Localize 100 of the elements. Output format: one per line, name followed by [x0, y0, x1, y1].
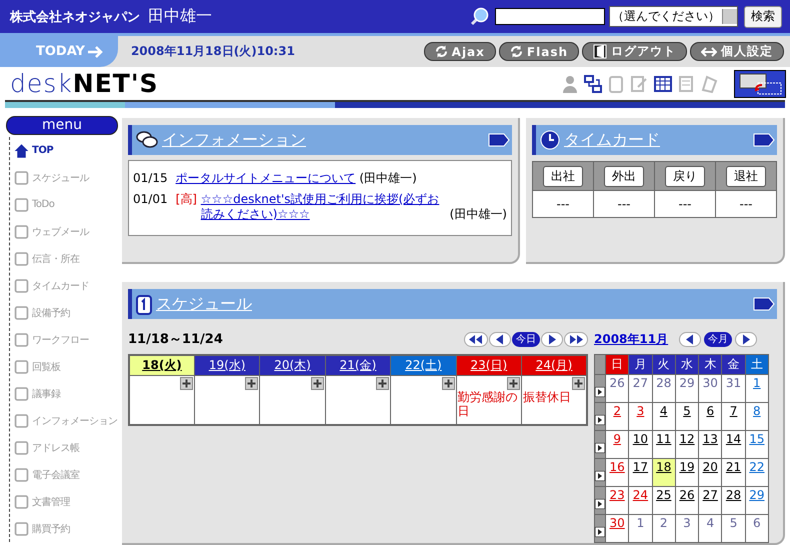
add-icon[interactable]	[245, 377, 258, 390]
calendar-day[interactable]: 2	[606, 402, 629, 430]
calendar-day[interactable]: 17	[628, 458, 652, 486]
clipboard-icon[interactable]	[608, 74, 624, 92]
calendar-day[interactable]: 23	[606, 486, 629, 514]
layout-button[interactable]	[734, 70, 786, 98]
today-button[interactable]: 今日	[512, 332, 540, 346]
add-icon[interactable]	[376, 377, 390, 390]
menu-item[interactable]: インフォメーション	[10, 407, 121, 434]
calendar-day[interactable]: 15	[745, 430, 768, 458]
week-arrow-icon[interactable]	[595, 527, 605, 537]
calendar-day[interactable]: 26	[606, 374, 629, 402]
menu-item[interactable]: TOP	[10, 137, 121, 164]
menu-item[interactable]: アドレス帳	[10, 434, 121, 461]
calendar-day[interactable]: 27	[628, 374, 652, 402]
menu-item[interactable]: 伝言・所在	[10, 245, 121, 272]
menu-item[interactable]: 文書管理	[10, 488, 121, 515]
calendar-day[interactable]: 4	[698, 514, 722, 542]
category-dropdown[interactable]: （選んでください）	[609, 6, 738, 27]
calendar-day[interactable]: 2	[652, 514, 676, 542]
calendar-day[interactable]: 13	[698, 430, 722, 458]
calendar-day[interactable]: 31	[722, 374, 746, 402]
day-header[interactable]: 21(金)	[325, 355, 391, 376]
calendar-day[interactable]: 6	[698, 402, 722, 430]
info-link[interactable]: ☆☆☆desknet's試使用ご利用に挨拶(必ずお読みください)☆☆☆	[200, 192, 446, 222]
info-link[interactable]: ポータルサイトメニューについて	[176, 171, 356, 186]
add-icon[interactable]	[507, 377, 520, 390]
calendar-day[interactable]: 30	[698, 374, 722, 402]
header-button[interactable]: ログアウト	[582, 42, 687, 61]
calendar-day[interactable]: 27	[698, 486, 722, 514]
go-icon[interactable]	[753, 133, 775, 147]
go-icon[interactable]	[488, 133, 510, 147]
week-arrow-icon[interactable]	[595, 471, 605, 481]
calendar-day[interactable]: 7	[722, 402, 746, 430]
calendar-day[interactable]: 16	[606, 458, 629, 486]
menu-item[interactable]: 議事録	[10, 380, 121, 407]
menu-item[interactable]: ワークフロー	[10, 326, 121, 353]
calendar-day[interactable]: 14	[722, 430, 746, 458]
day-header[interactable]: 23(日)	[456, 355, 522, 376]
calendar-day[interactable]: 28	[722, 486, 746, 514]
menu-item[interactable]: 設備予約	[10, 299, 121, 326]
week-arrow-icon[interactable]	[595, 415, 605, 425]
day-header[interactable]: 22(土)	[390, 355, 456, 376]
calendar-day[interactable]: 11	[652, 430, 676, 458]
calendar-day[interactable]: 5	[675, 402, 699, 430]
add-icon[interactable]	[442, 377, 455, 390]
menu-item[interactable]: ウェブメール	[10, 218, 121, 245]
week-arrow-icon[interactable]	[595, 387, 605, 397]
day-header[interactable]: 20(木)	[260, 355, 326, 376]
calendar-day[interactable]: 4	[652, 402, 676, 430]
search-field[interactable]	[495, 8, 605, 25]
calendar-day[interactable]: 22	[745, 458, 768, 486]
week-arrow-icon[interactable]	[595, 443, 605, 453]
calendar-day[interactable]: 6	[745, 514, 768, 542]
calendar-day[interactable]: 10	[628, 430, 652, 458]
table-icon[interactable]	[654, 76, 672, 92]
menu-item[interactable]: 回覧板	[10, 353, 121, 380]
calendar-day[interactable]: 3	[675, 514, 699, 542]
calendar-day[interactable]: 28	[652, 374, 676, 402]
calendar-day[interactable]: 25	[652, 486, 676, 514]
header-button[interactable]: Flash	[498, 42, 579, 61]
month-link[interactable]: 2008年11月	[594, 330, 668, 348]
search-button[interactable]: 検索	[744, 6, 782, 28]
calendar-day[interactable]: 20	[698, 458, 722, 486]
header-button[interactable]: Ajax	[424, 42, 496, 61]
menu-item[interactable]: スケジュール	[10, 164, 121, 191]
menu-item[interactable]: ToDo	[10, 191, 121, 218]
calendar-day[interactable]: 9	[606, 430, 629, 458]
calendar-day[interactable]: 29	[745, 486, 768, 514]
week-arrow-icon[interactable]	[595, 499, 605, 509]
timecard-button[interactable]: 外出	[604, 166, 644, 186]
calendar-day[interactable]: 19	[675, 458, 699, 486]
menu-item[interactable]: 電子会議室	[10, 461, 121, 488]
menu-item[interactable]: タイムカード	[10, 272, 121, 299]
network-icon[interactable]	[584, 74, 602, 92]
add-icon[interactable]	[572, 377, 585, 390]
add-icon[interactable]	[180, 377, 193, 390]
menu-item[interactable]: 購買予約	[10, 515, 121, 542]
calendar-day[interactable]: 26	[675, 486, 699, 514]
add-icon[interactable]	[310, 377, 324, 390]
this-month-button[interactable]: 今月	[704, 332, 732, 346]
header-button[interactable]: 個人設定	[690, 42, 784, 61]
calendar-day[interactable]: 5	[722, 514, 746, 542]
go-icon[interactable]	[753, 297, 775, 311]
calendar-day[interactable]: 18	[652, 458, 676, 486]
calendar-day[interactable]: 29	[675, 374, 699, 402]
timecard-button[interactable]: 戻り	[665, 166, 705, 186]
timecard-button[interactable]: 退社	[726, 166, 766, 186]
calendar-day[interactable]: 8	[745, 402, 768, 430]
calendar-day[interactable]: 1	[745, 374, 768, 402]
day-header[interactable]: 19(水)	[194, 355, 260, 376]
calendar-day[interactable]: 12	[675, 430, 699, 458]
calendar-day[interactable]: 1	[628, 514, 652, 542]
timecard-button[interactable]: 出社	[543, 166, 583, 186]
day-header[interactable]: 18(火)	[129, 355, 194, 376]
calendar-day[interactable]: 30	[606, 514, 629, 542]
day-header[interactable]: 24(月)	[522, 355, 587, 376]
calendar-day[interactable]: 3	[628, 402, 652, 430]
calendar-day[interactable]: 21	[722, 458, 746, 486]
calendar-day[interactable]: 24	[628, 486, 652, 514]
